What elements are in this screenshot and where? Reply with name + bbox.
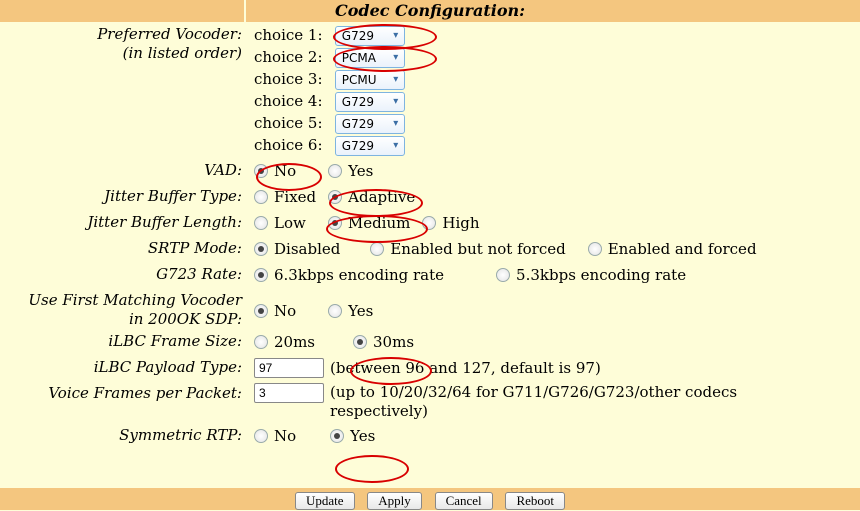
label-vfpp: Voice Frames per Packet: xyxy=(0,381,248,403)
label-g723: G723 Rate: xyxy=(0,262,248,284)
jitter-type-fixed-radio[interactable]: Fixed xyxy=(254,186,316,208)
choice-2-label: choice 2: xyxy=(254,46,330,68)
vfpp-input[interactable] xyxy=(254,383,324,403)
choice-6-label: choice 6: xyxy=(254,134,330,156)
choice-6-select[interactable]: G729▾ xyxy=(335,136,405,156)
g723-63-radio[interactable]: 6.3kbps encoding rate xyxy=(254,264,444,286)
label-ilbc-pt: iLBC Payload Type: xyxy=(0,355,248,377)
choice-3-label: choice 3: xyxy=(254,68,330,90)
vfpp-hint: (up to 10/20/32/64 for G711/G726/G723/ot… xyxy=(330,383,830,421)
sym-rtp-no-radio[interactable]: No xyxy=(254,425,296,447)
jitter-len-low-radio[interactable]: Low xyxy=(254,212,306,234)
chevron-down-icon: ▾ xyxy=(388,69,404,91)
choice-1-label: choice 1: xyxy=(254,24,330,46)
ilbc-fs-20-radio[interactable]: 20ms xyxy=(254,331,315,353)
vad-no-radio[interactable]: No xyxy=(254,160,296,182)
label-ilbc-fs: iLBC Frame Size: xyxy=(0,329,248,351)
reboot-button[interactable]: Reboot xyxy=(505,492,565,510)
label-jitter-len: Jitter Buffer Length: xyxy=(0,210,248,232)
chevron-down-icon: ▾ xyxy=(388,91,404,113)
choice-1-select[interactable]: G729▾ xyxy=(335,26,405,46)
jitter-len-high-radio[interactable]: High xyxy=(422,212,479,234)
update-button[interactable]: Update xyxy=(295,492,355,510)
label-preferred-vocoder: Preferred Vocoder: (in listed order) xyxy=(0,22,248,63)
choice-5-label: choice 5: xyxy=(254,112,330,134)
first-match-no-radio[interactable]: No xyxy=(254,300,296,322)
choice-5-select[interactable]: G729▾ xyxy=(335,114,405,134)
chevron-down-icon: ▾ xyxy=(388,25,404,47)
label-sym-rtp: Symmetric RTP: xyxy=(0,423,248,445)
section-header: Codec Configuration: xyxy=(0,0,860,22)
srtp-enabled-not-forced-radio[interactable]: Enabled but not forced xyxy=(370,238,565,260)
ilbc-fs-30-radio[interactable]: 30ms xyxy=(353,331,414,353)
vad-yes-radio[interactable]: Yes xyxy=(328,160,373,182)
srtp-enabled-forced-radio[interactable]: Enabled and forced xyxy=(588,238,757,260)
choice-2-select[interactable]: PCMA▾ xyxy=(335,48,405,68)
chevron-down-icon: ▾ xyxy=(388,47,404,69)
sym-rtp-yes-radio[interactable]: Yes xyxy=(330,425,375,447)
apply-button[interactable]: Apply xyxy=(367,492,422,510)
choice-3-select[interactable]: PCMU▾ xyxy=(335,70,405,90)
annotation-ring xyxy=(335,455,409,483)
label-jitter-type: Jitter Buffer Type: xyxy=(0,184,248,206)
footer-toolbar: Update Apply Cancel Reboot xyxy=(0,488,860,510)
jitter-type-adaptive-radio[interactable]: Adaptive xyxy=(328,186,415,208)
chevron-down-icon: ▾ xyxy=(388,135,404,157)
label-vad: VAD: xyxy=(0,158,248,180)
srtp-disabled-radio[interactable]: Disabled xyxy=(254,238,340,260)
preferred-vocoder-choices: choice 1: G729▾ choice 2: PCMA▾ choice 3… xyxy=(248,22,860,158)
choice-4-select[interactable]: G729▾ xyxy=(335,92,405,112)
label-srtp: SRTP Mode: xyxy=(0,236,248,258)
choice-4-label: choice 4: xyxy=(254,90,330,112)
jitter-len-medium-radio[interactable]: Medium xyxy=(328,212,411,234)
first-match-yes-radio[interactable]: Yes xyxy=(328,300,373,322)
ilbc-pt-input[interactable] xyxy=(254,358,324,378)
label-first-match: Use First Matching Vocoder in 200OK SDP: xyxy=(0,288,248,329)
chevron-down-icon: ▾ xyxy=(388,113,404,135)
ilbc-pt-hint: (between 96 and 127, default is 97) xyxy=(330,357,601,379)
cancel-button[interactable]: Cancel xyxy=(435,492,493,510)
g723-53-radio[interactable]: 5.3kbps encoding rate xyxy=(496,264,686,286)
